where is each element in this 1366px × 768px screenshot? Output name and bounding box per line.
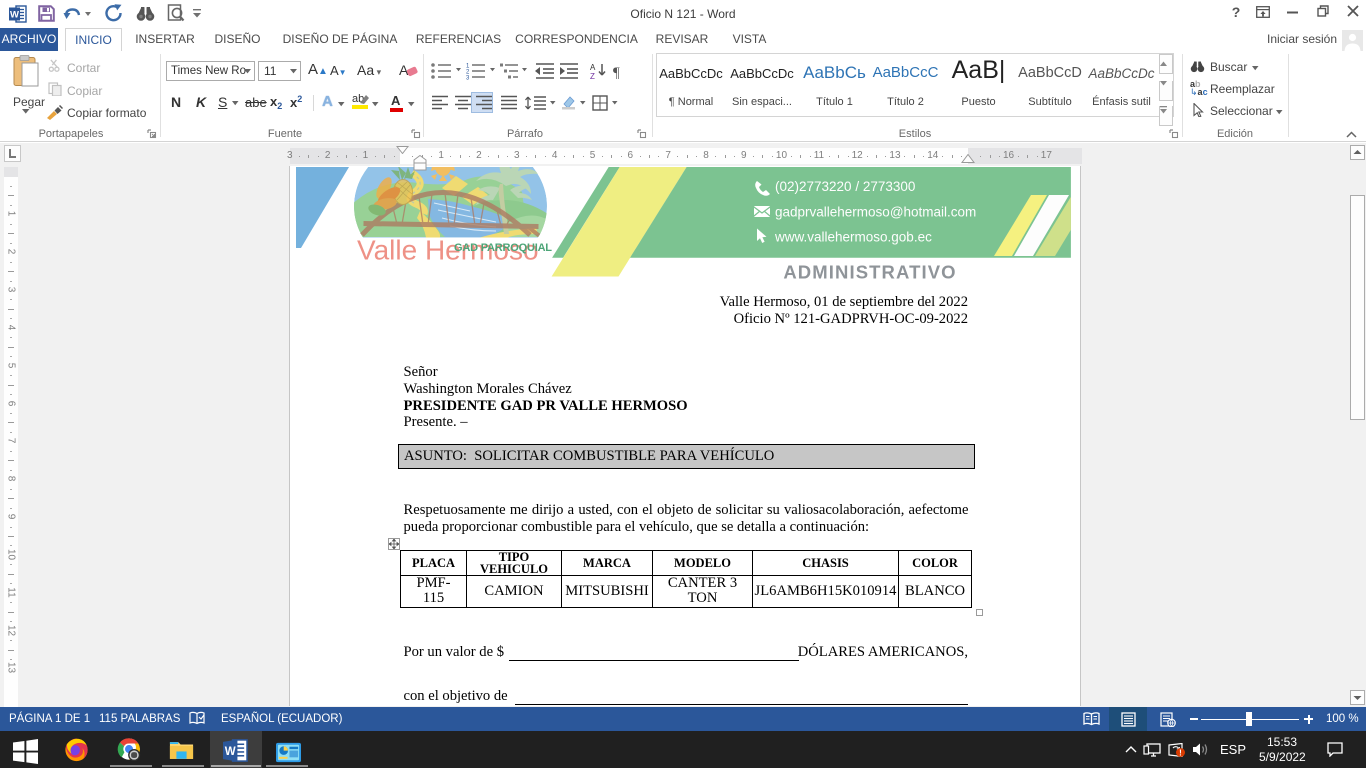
svg-text:3: 3 <box>466 76 470 81</box>
svg-text:www.vallehermoso.gob.ec: www.vallehermoso.gob.ec <box>774 230 932 245</box>
svg-text:Z: Z <box>590 72 595 80</box>
svg-text:GAD PARROQUIAL: GAD PARROQUIAL <box>454 242 552 254</box>
svg-text:¶: ¶ <box>613 65 620 80</box>
svg-text:W: W <box>225 746 236 758</box>
svg-text:!: ! <box>1179 749 1182 758</box>
svg-text:(02)2773220 / 2773300: (02)2773220 / 2773300 <box>775 179 915 194</box>
svg-text:?: ? <box>1232 5 1241 19</box>
svg-text:A: A <box>590 63 596 72</box>
svg-text:gadprvallehermoso@hotmail.com: gadprvallehermoso@hotmail.com <box>775 205 976 220</box>
svg-text:ADMINISTRATIVO: ADMINISTRATIVO <box>783 262 956 283</box>
